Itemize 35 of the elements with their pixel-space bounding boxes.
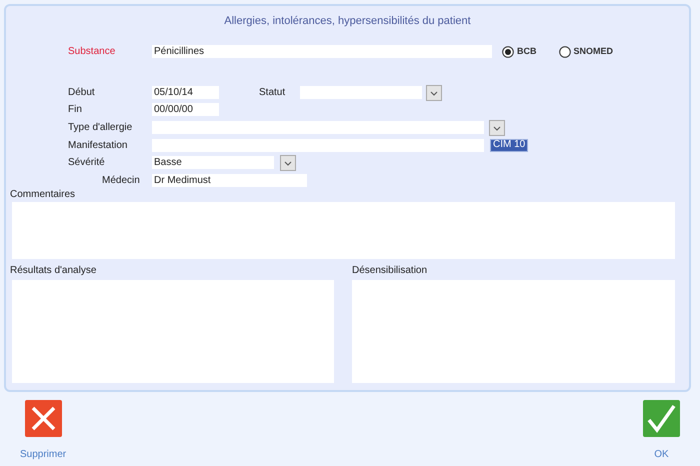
field-label: Fin xyxy=(68,103,83,117)
radio-label: BCB xyxy=(517,44,536,58)
dropdown-button[interactable] xyxy=(489,120,505,136)
field-label: Désensibilisation xyxy=(352,264,428,276)
field-label: Statut xyxy=(259,86,286,100)
substance-field[interactable]: Pénicillines xyxy=(152,45,492,58)
dialog-title: Allergies, intolérances, hypersensibilités du patient xyxy=(224,14,471,29)
severity-field[interactable]: Basse xyxy=(152,156,274,169)
button-label[interactable]: Supprimer xyxy=(20,447,66,462)
button-label[interactable]: OK xyxy=(654,447,669,462)
manifestation-field[interactable] xyxy=(152,138,484,152)
chevron-down-icon xyxy=(430,90,438,96)
date-field[interactable]: 00/00/00 xyxy=(152,103,219,116)
date-field[interactable]: 05/10/14 xyxy=(152,86,219,99)
radio-button[interactable] xyxy=(558,46,570,58)
allergy-type-field[interactable] xyxy=(152,121,484,134)
dropdown-button[interactable] xyxy=(280,154,296,170)
field-label: Commentaires xyxy=(10,188,76,200)
chevron-down-icon xyxy=(284,160,292,166)
field-label: Substance xyxy=(68,45,116,59)
field-label: Manifestation xyxy=(68,138,128,152)
chevron-down-icon xyxy=(493,126,501,130)
close-icon[interactable] xyxy=(24,400,62,437)
field-label: Début xyxy=(68,86,96,100)
field-label: Sévérité xyxy=(68,156,106,170)
radio-label: SNOMED xyxy=(574,44,614,58)
field-label: Type d'allergie xyxy=(68,121,134,135)
checkmark-icon[interactable] xyxy=(643,400,680,437)
doctor-field[interactable]: Dr Medimust xyxy=(152,174,307,186)
dropdown-button[interactable] xyxy=(426,84,442,100)
field-label: Résultats d'analyse xyxy=(10,264,98,276)
radio-button[interactable] xyxy=(502,46,514,58)
status-field[interactable] xyxy=(300,86,422,99)
field-label: Médecin xyxy=(102,174,141,188)
cim-button[interactable]: CIM 10 xyxy=(490,138,528,152)
